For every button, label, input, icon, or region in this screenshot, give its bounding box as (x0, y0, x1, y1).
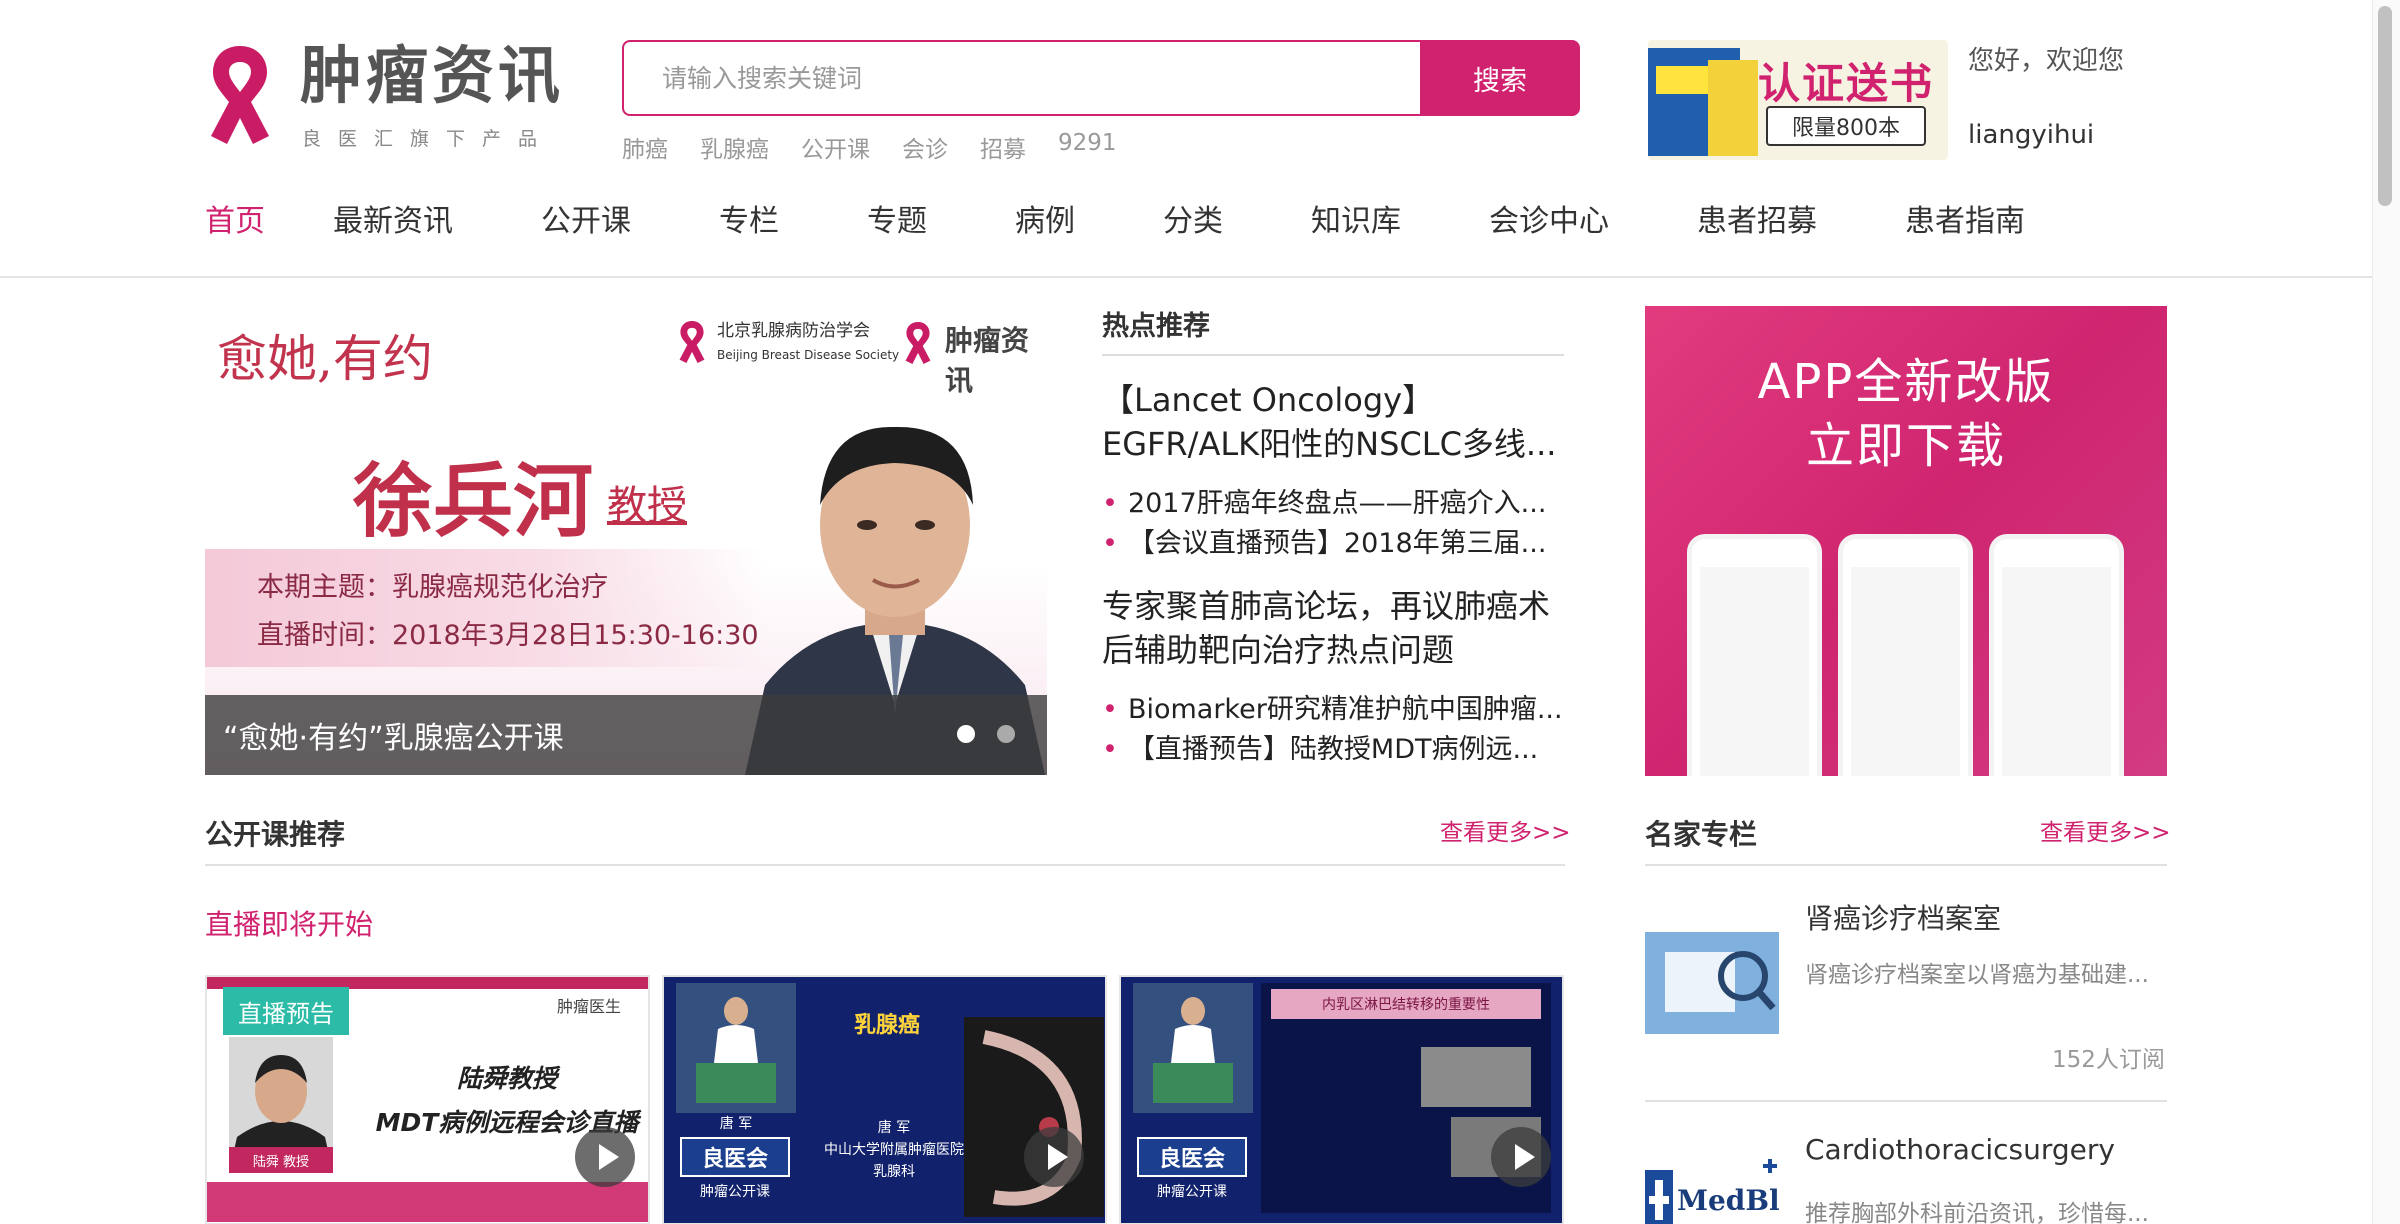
search-box (622, 40, 1422, 116)
username-link[interactable]: liangyihui (1968, 120, 2094, 150)
hot-list-item[interactable]: 2017肝癌年终盘点——肝癌介入... (1102, 484, 1572, 524)
ribbon-icon (679, 321, 705, 363)
banner-speaker-title: 教授 (607, 483, 687, 529)
nav-item-categories[interactable]: 分类 (1163, 196, 1223, 240)
promo-title: 认证送书 (1758, 59, 1935, 108)
hot-word[interactable]: 9291 (1058, 130, 1117, 164)
column-name[interactable]: Cardiothoracicsurgery (1805, 1133, 2115, 1166)
hot-word[interactable]: 肺癌 (622, 130, 668, 164)
video-card[interactable]: 内乳区淋巴结转移的重要性 良医会 肿瘤公开课 (1119, 975, 1564, 1224)
nav-item-home[interactable]: 首页 (205, 196, 265, 240)
carousel-dot-active[interactable] (957, 725, 975, 743)
card-logo: 良医会 (680, 1137, 790, 1177)
svg-text:MedBlank: MedBlank (1677, 1184, 1779, 1217)
nav-item-knowledge-base[interactable]: 知识库 (1311, 196, 1401, 240)
hot-word[interactable]: 公开课 (801, 130, 870, 164)
book-image (1708, 60, 1758, 156)
hot-list: Biomarker研究精准护航中国肿瘤... 【直播预告】陆教授MDT病例远..… (1102, 690, 1572, 770)
column-divider (1645, 1100, 2167, 1102)
nav-item-cases[interactable]: 病例 (1015, 196, 1075, 240)
card-logo-sub: 肿瘤公开课 (1157, 1184, 1227, 1200)
phone-mockup (1989, 534, 2124, 776)
video-card[interactable]: 唐 军 乳腺癌 唐 军 中山大学附属肿瘤医院 乳腺科 良医会 肿瘤公开课 (662, 975, 1107, 1224)
carousel-dot[interactable] (997, 725, 1015, 743)
card-logo-sub: 肿瘤公开课 (700, 1184, 770, 1200)
play-icon[interactable] (575, 1127, 635, 1187)
hot-headline[interactable]: 专家聚首肺高论坛，再议肺癌术后辅助靶向治疗热点问题 (1102, 584, 1564, 672)
medblank-logo[interactable]: MedBlank (1645, 1150, 1838, 1224)
lecture-thumbnail (676, 983, 796, 1113)
hot-word[interactable]: 招募 (980, 130, 1026, 164)
logo-subtitle: 良医汇旗下产品 (302, 128, 555, 150)
nav-item-latest-news[interactable]: 最新资讯 (333, 196, 453, 240)
live-preview-badge: 直播预告 (223, 987, 349, 1035)
hot-headline[interactable]: 【Lancet Oncology】EGFR/ALK阳性的NSCLC多线... (1102, 378, 1564, 466)
lecture-thumbnail (1133, 983, 1253, 1113)
breast-scan-image (964, 1017, 1104, 1217)
columns-more-link[interactable]: 查看更多>> (2040, 813, 2171, 847)
live-soon-label: 直播即将开始 (205, 908, 374, 941)
banner-speaker: 徐兵河 (353, 455, 593, 548)
scan-image (1421, 1047, 1531, 1107)
scrollbar-thumb[interactable] (2378, 6, 2392, 206)
video-card[interactable]: 直播预告 肿瘤医生 陆舜 教授 陆舜教授 MDT病例远程会诊直播 (205, 975, 650, 1224)
banner-caption: “愈她·有约”乳腺癌公开课 (223, 721, 564, 756)
hot-divider (1102, 354, 1564, 356)
search-button[interactable]: 搜索 (1420, 40, 1580, 116)
nav-item-patient-recruit[interactable]: 患者招募 (1697, 196, 1817, 240)
ribbon-icon (905, 322, 931, 364)
hot-list: 2017肝癌年终盘点——肝癌介入... 【会议直播预告】2018年第三届... (1102, 484, 1572, 564)
courses-section-title: 公开课推荐 (205, 818, 346, 851)
phone-mockup (1687, 534, 1822, 776)
courses-more-link[interactable]: 查看更多>> (1440, 813, 1571, 847)
header-divider (0, 276, 2372, 278)
app-ad-title: APP全新改版 (1757, 354, 2055, 410)
courses-divider (205, 864, 1565, 866)
search-input[interactable] (624, 42, 1422, 114)
card-doctor: 唐 军 (719, 1116, 753, 1132)
column-name[interactable]: 肾癌诊疗档案室 (1805, 897, 2001, 937)
hot-list-item[interactable]: 【会议直播预告】2018年第三届... (1102, 524, 1572, 564)
banner-carousel[interactable]: 愈她,有约 北京乳腺病防治学会 Beijing Breast Disease S… (205, 305, 1047, 775)
hot-list-item[interactable]: Biomarker研究精准护航中国肿瘤... (1102, 690, 1572, 730)
promo-book-banner[interactable]: 认证送书 限量800本 (1648, 40, 1948, 160)
speaker-label: 陆舜 教授 (229, 1147, 333, 1173)
phone-mockup (1838, 534, 1973, 776)
play-icon[interactable] (1024, 1127, 1084, 1187)
nav-item-columns[interactable]: 专栏 (719, 196, 779, 240)
column-subscribers: 152人订阅 (2052, 1047, 2165, 1073)
promo-badge: 限量800本 (1766, 106, 1926, 146)
main-nav: 首页 最新资讯 公开课 专栏 专题 病例 分类 知识库 会诊中心 患者招募 患者… (205, 196, 2025, 240)
nav-item-topics[interactable]: 专题 (867, 196, 927, 240)
column-desc: 肾癌诊疗档案室以肾癌为基础建... (1805, 962, 2149, 988)
hot-search-words: 肺癌 乳腺癌 公开课 会诊 招募 9291 (622, 130, 1117, 164)
play-icon[interactable] (1491, 1127, 1551, 1187)
banner-time: 直播时间：2018年3月28日15:30-16:30 (257, 620, 759, 651)
banner-org: 北京乳腺病防治学会 Beijing Breast Disease Society (717, 321, 900, 362)
ribbon-logo-icon[interactable] (205, 40, 275, 150)
column-desc: 推荐胸部外科前沿资讯，珍惜每... (1805, 1201, 2149, 1224)
card-doctor-info: 唐 军 中山大学附属肿瘤医院 乳腺科 (824, 1120, 964, 1180)
hot-word[interactable]: 会诊 (902, 130, 948, 164)
app-download-ad[interactable]: APP全新改版 立即下载 (1645, 306, 2167, 776)
columns-divider (1645, 864, 2167, 866)
banner-topic: 本期主题：乳腺癌规范化治疗 (257, 572, 608, 603)
nav-item-consultation[interactable]: 会诊中心 (1489, 196, 1609, 240)
banner-slogan: 愈她,有约 (217, 330, 433, 388)
logo-text[interactable]: 肿瘤资讯 (300, 40, 564, 112)
hot-word[interactable]: 乳腺癌 (700, 130, 769, 164)
hot-list-item[interactable]: 【直播预告】陆教授MDT病例远... (1102, 730, 1572, 770)
app-ad-subtitle: 立即下载 (1805, 418, 2006, 474)
card-title: 乳腺癌 (854, 1013, 921, 1038)
column-thumbnail[interactable] (1645, 932, 1779, 1034)
card-brand: 肿瘤医生 (557, 997, 622, 1016)
nav-item-open-courses[interactable]: 公开课 (541, 196, 631, 240)
card-logo: 良医会 (1137, 1137, 1247, 1177)
card-title: 内乳区淋巴结转移的重要性 (1271, 989, 1541, 1019)
hot-recommend-title: 热点推荐 (1102, 311, 1210, 342)
nav-item-patient-guide[interactable]: 患者指南 (1905, 196, 2025, 240)
welcome-text: 您好，欢迎您 (1968, 46, 2125, 76)
columns-section-title: 名家专栏 (1645, 818, 1758, 851)
